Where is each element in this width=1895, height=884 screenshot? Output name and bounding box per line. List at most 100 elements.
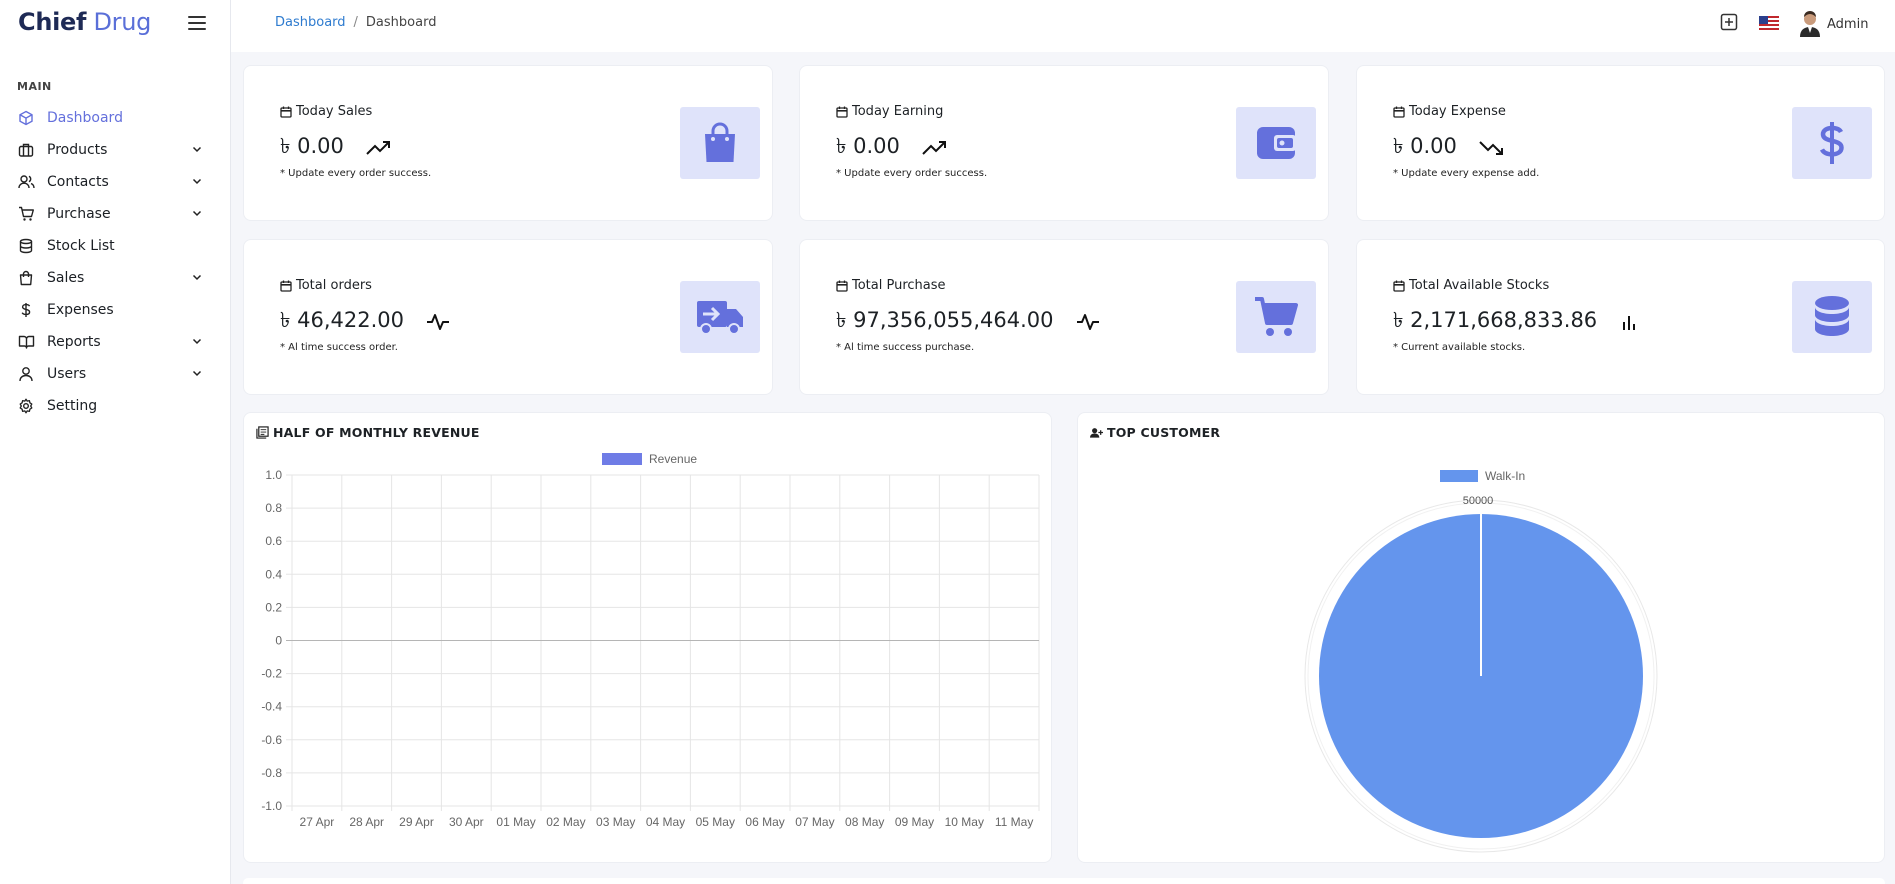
legend-swatch (602, 453, 642, 465)
y-tick-label: -1.0 (261, 799, 282, 813)
stat-value-row: ৳ 0.00 (280, 130, 392, 165)
sidebar: Chief Drug MAIN Dashboard Products Contact… (0, 0, 231, 884)
stat-title: Total Purchase (836, 278, 946, 293)
y-tick-label: 0.6 (265, 534, 282, 548)
calendar-icon (1393, 106, 1405, 118)
breadcrumb: Dashboard / Dashboard (275, 15, 436, 30)
stat-value: ৳ 46,422.00 (280, 308, 405, 332)
stat-note: * Update every expense add. (1393, 168, 1540, 179)
user-menu[interactable]: Admin (1799, 11, 1868, 37)
calendar-icon (280, 106, 292, 118)
x-tick-label: 05 May (696, 815, 735, 829)
sidebar-item-sales[interactable]: Sales (0, 262, 231, 294)
stat-value-row: ৳ 46,422.00 (280, 304, 450, 339)
x-tick-label: 07 May (795, 815, 834, 829)
stat-note: * Al time success order. (280, 342, 398, 353)
brand-logo[interactable]: Chief Drug (18, 8, 151, 36)
top-customer-pie-chart: Walk-In 50000 (1304, 469, 1658, 853)
stat-value-row: ৳ 0.00 (836, 130, 948, 165)
chevron-down-icon (191, 271, 205, 285)
cube-icon (17, 109, 35, 127)
x-tick-label: 04 May (646, 815, 685, 829)
y-tick-label: -0.2 (261, 667, 282, 681)
menu-toggle-icon[interactable] (188, 16, 206, 30)
x-tick-label: 08 May (845, 815, 884, 829)
stat-note: * Update every order success. (280, 168, 432, 179)
sidebar-item-purchase[interactable]: Purchase (0, 198, 231, 230)
sidebar-item-label: Stock List (47, 238, 115, 254)
stat-value: ৳ 0.00 (836, 134, 900, 158)
gear-icon (17, 397, 35, 415)
stat-card-total-orders: Total orders ৳ 46,422.00 * Al time success… (243, 239, 773, 395)
stat-value-row: ৳ 0.00 (1393, 130, 1505, 165)
shopping-bag-icon (17, 269, 35, 287)
calendar-icon (836, 106, 848, 118)
breadcrumb-link[interactable]: Dashboard (275, 15, 346, 30)
dollar-icon (17, 301, 35, 319)
sidebar-item-label: Users (47, 366, 87, 382)
sidebar-item-setting[interactable]: Setting (0, 390, 231, 422)
stat-card-total-available-stocks: Total Available Stocks ৳ 2,171,668,833.86… (1356, 239, 1885, 395)
shopping-bag-icon (680, 107, 760, 179)
pie-value-label: 50000 (1463, 495, 1494, 507)
chevron-down-icon (191, 175, 205, 189)
x-tick-label: 03 May (596, 815, 635, 829)
sidebar-menu: Dashboard Products Contacts Purchase Stock L… (0, 102, 231, 422)
stat-value: ৳ 97,356,055,464.00 (836, 308, 1054, 332)
dollar-icon (1792, 107, 1872, 179)
y-tick-label: 0 (275, 634, 282, 648)
add-square-icon[interactable] (1720, 13, 1738, 35)
stat-card-total-purchase: Total Purchase ৳ 97,356,055,464.00 * Al ti… (799, 239, 1329, 395)
sidebar-item-users[interactable]: Users (0, 358, 231, 390)
y-tick-label: 0.4 (265, 567, 282, 581)
sidebar-item-label: Sales (47, 270, 85, 286)
y-tick-label: -0.4 (261, 700, 282, 714)
us-flag-icon[interactable] (1759, 15, 1779, 34)
x-tick-label: 09 May (895, 815, 934, 829)
avatar (1800, 11, 1820, 37)
legend-swatch (1440, 470, 1478, 482)
revenue-line-chart: Revenue 1.0 0.8 0.6 0.4 0.2 0 -0.2 -0.4 -0.6 -0.8 -… (261, 452, 1040, 829)
y-tick-label: -0.8 (261, 766, 282, 780)
sidebar-item-label: Contacts (47, 174, 109, 190)
stat-card-today-earning: Today Earning ৳ 0.00 * Update every order … (799, 65, 1329, 221)
stat-title: Total orders (280, 278, 372, 293)
brand-name-bold: Chief (18, 8, 87, 36)
breadcrumb-current: Dashboard (365, 15, 437, 30)
stat-card-today-expense: Today Expense ৳ 0.00 * Update every expens… (1356, 65, 1885, 221)
legend-label: Revenue (649, 452, 697, 466)
chevron-down-icon (191, 335, 205, 349)
briefcase-icon (17, 141, 35, 159)
activity-icon (1076, 312, 1100, 332)
legend-label: Walk-In (1485, 469, 1525, 483)
chevron-down-icon (191, 143, 205, 157)
user-name: Admin (1827, 16, 1869, 32)
trending-up-icon (922, 139, 948, 157)
truck-icon (680, 281, 760, 353)
wallet-icon (1236, 107, 1316, 179)
sidebar-item-expenses[interactable]: Expenses (0, 294, 231, 326)
x-tick-label: 06 May (745, 815, 784, 829)
sidebar-item-dashboard[interactable]: Dashboard (0, 102, 231, 134)
x-tick-label: 01 May (496, 815, 535, 829)
sidebar-item-reports[interactable]: Reports (0, 326, 231, 358)
sidebar-item-contacts[interactable]: Contacts (0, 166, 231, 198)
stat-title: Today Earning (836, 104, 943, 119)
sidebar-item-label: Reports (47, 334, 101, 350)
stat-note: * Current available stocks. (1393, 342, 1526, 353)
bar-chart-icon (1619, 312, 1639, 332)
y-tick-label: 0.8 (265, 501, 282, 515)
trending-down-icon (1479, 139, 1505, 157)
sidebar-item-stock-list[interactable]: Stock List (0, 230, 231, 262)
stat-value-row: ৳ 97,356,055,464.00 (836, 304, 1100, 339)
user-icon (17, 365, 35, 383)
stat-title: Today Sales (280, 104, 372, 119)
next-panel-edge (243, 878, 1885, 884)
chevron-down-icon (191, 367, 205, 381)
sidebar-item-label: Products (47, 142, 108, 158)
stat-card-today-sales: Today Sales ৳ 0.00 * Update every order su… (243, 65, 773, 221)
stat-value: ৳ 0.00 (1393, 134, 1457, 158)
book-icon (17, 333, 35, 351)
sidebar-item-products[interactable]: Products (0, 134, 231, 166)
sidebar-item-label: Dashboard (47, 110, 123, 126)
